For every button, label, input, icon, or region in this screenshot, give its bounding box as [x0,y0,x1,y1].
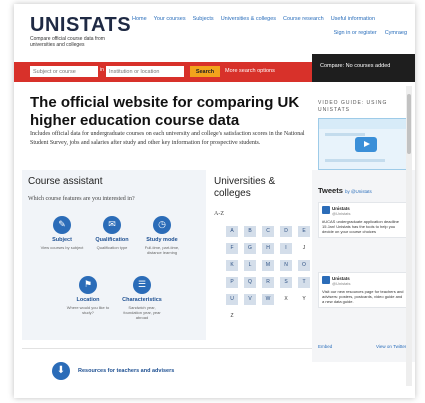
tweet-text: Visit our new resources page for teacher… [322,289,404,304]
play-icon[interactable] [355,137,377,152]
az-letter-w[interactable]: W [262,294,274,305]
feature-subject[interactable]: ✎ Subject View courses by subject [40,216,84,250]
az-letter-t[interactable]: T [298,277,310,288]
download-icon[interactable]: ⬇ [52,362,70,380]
az-letter-d[interactable]: D [280,226,292,237]
unistats-logo[interactable]: UNISTATS [30,14,131,37]
az-letter-v[interactable]: V [244,294,256,305]
video-text-line [325,133,365,136]
feature-description: Sandwich year, foundation year, year abr… [123,305,161,320]
video-guide-label: VIDEO GUIDE: USING UNISTATS [318,100,388,113]
avatar [322,276,330,284]
feature-label: Subject [52,237,72,243]
compare-panel[interactable]: Compare: No courses added [312,54,415,82]
resources-link[interactable]: Resources for teachers and advisers [78,368,174,374]
video-thumbnail[interactable] [318,118,410,170]
feature-study-mode[interactable]: ◷ Study mode Full-time, part-time, dista… [140,216,184,255]
search-bar: in Search More search options [14,62,312,82]
az-letter-f[interactable]: F [226,243,238,254]
feature-label: Study mode [146,237,178,243]
feature-description: View courses by subject [40,245,84,250]
feature-characteristics[interactable]: ☰ Characteristics Sandwich year, foundat… [120,276,164,320]
nav-home[interactable]: Home [132,16,147,22]
feature-description: Qualification type [96,245,128,250]
feature-label: Qualification [95,237,129,243]
institution-search-input[interactable] [106,66,184,77]
az-letter-n[interactable]: N [280,260,292,271]
feature-label: Location [76,297,100,303]
clock-icon: ◷ [153,216,171,234]
az-letter-p[interactable]: P [226,277,238,288]
az-letter-x[interactable]: X [280,294,292,305]
az-letter-k[interactable]: K [226,260,238,271]
view-on-twitter-link[interactable]: View on Twitter [376,344,406,349]
az-label: A-Z [214,211,224,217]
subject-icon: ✎ [53,216,71,234]
tweet-card[interactable]: Unistats @Unistats Visit our new resourc… [318,272,408,308]
az-letter-s[interactable]: S [280,277,292,288]
az-letter-r[interactable]: R [262,277,274,288]
az-letter-q[interactable]: Q [244,277,256,288]
characteristics-icon: ☰ [133,276,151,294]
course-assistant-question: Which course features are you interested… [28,196,135,202]
az-letter-g[interactable]: G [244,243,256,254]
az-letter-i[interactable]: I [280,243,292,254]
az-letter-o[interactable]: O [298,260,310,271]
az-letter-l[interactable]: L [244,260,256,271]
feature-location[interactable]: ⚑ Location Where would you like to study… [66,276,110,315]
video-header-bar [319,119,409,129]
tweet-card[interactable]: Unistats @Unistats #UCAS undergraduate a… [318,202,408,238]
az-letter-u[interactable]: U [226,294,238,305]
tweets-title: Tweets by @Unistats [318,186,372,195]
az-letter-h[interactable]: H [262,243,274,254]
az-letter-e[interactable]: E [298,226,310,237]
divider [22,348,312,349]
az-letter-b[interactable]: B [244,226,256,237]
az-letter-y[interactable]: Y [298,294,310,305]
nav-your-courses[interactable]: Your courses [154,16,186,22]
avatar [322,206,330,214]
site-tagline: Compare official course data from univer… [30,36,105,48]
scrollbar-thumb[interactable] [407,94,411,154]
az-letter-c[interactable]: C [262,226,274,237]
nav-course-research[interactable]: Course research [283,16,324,22]
feature-description: Full-time, part-time, distance learning [144,245,180,255]
tweets-by-link[interactable]: by @Unistats [345,189,372,194]
course-search-input[interactable] [30,66,98,77]
page-description: Includes official data for undergraduate… [30,131,305,146]
video-text-line [325,159,385,162]
nav-useful-information[interactable]: Useful information [331,16,375,22]
search-button[interactable]: Search [190,66,220,77]
account-links: Sign in or register Cymraeg [334,30,407,36]
browser-page: UNISTATS Compare official course data fr… [14,4,415,398]
az-letter-z[interactable]: Z [226,311,238,322]
nav-universities[interactable]: Universities & colleges [221,16,276,22]
az-letter-m[interactable]: M [262,260,274,271]
course-assistant-title: Course assistant [28,176,103,187]
tweets-panel [312,170,415,362]
tweet-handle: @Unistats [332,281,351,286]
feature-qualification[interactable]: ✉ Qualification Qualification type [90,216,134,250]
qualification-icon: ✉ [103,216,121,234]
tweet-text: #UCAS undergraduate application deadline… [322,219,399,234]
sign-in-link[interactable]: Sign in or register [334,30,377,36]
tweet-handle: @Unistats [332,211,351,216]
page-title: The official website for comparing UK hi… [30,94,300,129]
az-letter-j[interactable]: J [298,243,310,254]
more-search-options-link[interactable]: More search options [225,68,275,74]
language-link[interactable]: Cymraeg [385,30,407,36]
top-navigation: Home Your courses Subjects Universities … [132,16,375,22]
location-pin-icon: ⚑ [79,276,97,294]
nav-subjects[interactable]: Subjects [193,16,214,22]
az-letter-a[interactable]: A [226,226,238,237]
in-label: in [100,67,104,73]
tweets-embed-link[interactable]: Embed [318,344,332,349]
feature-label: Characteristics [122,297,162,303]
feature-description: Where would you like to study? [66,305,110,315]
universities-title: Universities & colleges [214,176,276,199]
